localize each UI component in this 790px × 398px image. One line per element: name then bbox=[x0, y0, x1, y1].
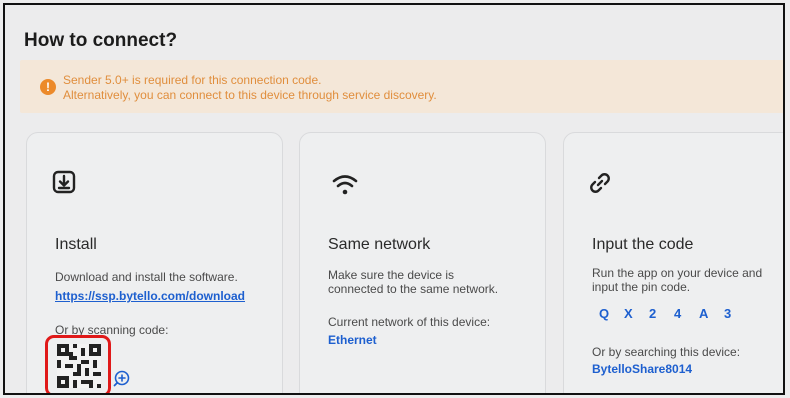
warning-line-1: Sender 5.0+ is required for this connect… bbox=[63, 73, 322, 87]
wifi-icon bbox=[332, 173, 358, 202]
pin-char: 2 bbox=[649, 306, 657, 321]
search-label: Or by searching this device: bbox=[592, 345, 741, 359]
device-name: BytelloShare8014 bbox=[592, 362, 693, 376]
warning-message: Sender 5.0+ is required for this connect… bbox=[63, 73, 437, 103]
warning-icon: ! bbox=[40, 79, 56, 95]
download-icon bbox=[51, 169, 77, 200]
page-title: How to connect? bbox=[24, 30, 178, 51]
pin-char: X bbox=[624, 306, 633, 321]
network-description: Make sure the device is connected to the… bbox=[328, 268, 498, 296]
code-description: Run the app on your device and input the… bbox=[592, 266, 762, 294]
pin-char: 3 bbox=[724, 306, 732, 321]
download-link[interactable]: https://ssp.bytello.com/download bbox=[55, 289, 245, 303]
network-desc-line-2: connected to the same network. bbox=[328, 282, 499, 296]
install-description: Download and install the software. bbox=[55, 270, 238, 284]
link-icon bbox=[588, 171, 612, 200]
warning-banner: ! Sender 5.0+ is required for this conne… bbox=[20, 60, 783, 113]
pin-char: 4 bbox=[674, 306, 682, 321]
network-card: Same network Make sure the device is con… bbox=[299, 132, 546, 393]
current-network-value: Ethernet bbox=[328, 333, 377, 347]
code-heading: Input the code bbox=[592, 236, 694, 253]
current-network-label: Current network of this device: bbox=[328, 315, 491, 329]
code-card: Input the code Run the app on your devic… bbox=[563, 132, 783, 393]
pin-char: Q bbox=[599, 306, 610, 321]
code-desc-line-1: Run the app on your device and bbox=[592, 266, 763, 280]
code-desc-line-2: input the pin code. bbox=[592, 280, 691, 294]
install-heading: Install bbox=[55, 236, 97, 253]
qr-code-icon bbox=[57, 344, 101, 388]
network-heading: Same network bbox=[328, 236, 431, 253]
zoom-in-icon[interactable] bbox=[113, 369, 133, 393]
network-desc-line-1: Make sure the device is bbox=[328, 268, 455, 282]
pin-code: Q X 2 4 A 3 bbox=[599, 306, 749, 321]
connect-panel: How to connect? ! Sender 5.0+ is require… bbox=[3, 3, 785, 395]
qr-code[interactable] bbox=[45, 335, 111, 393]
pin-char: A bbox=[699, 306, 709, 321]
warning-line-2: Alternatively, you can connect to this d… bbox=[63, 88, 437, 102]
